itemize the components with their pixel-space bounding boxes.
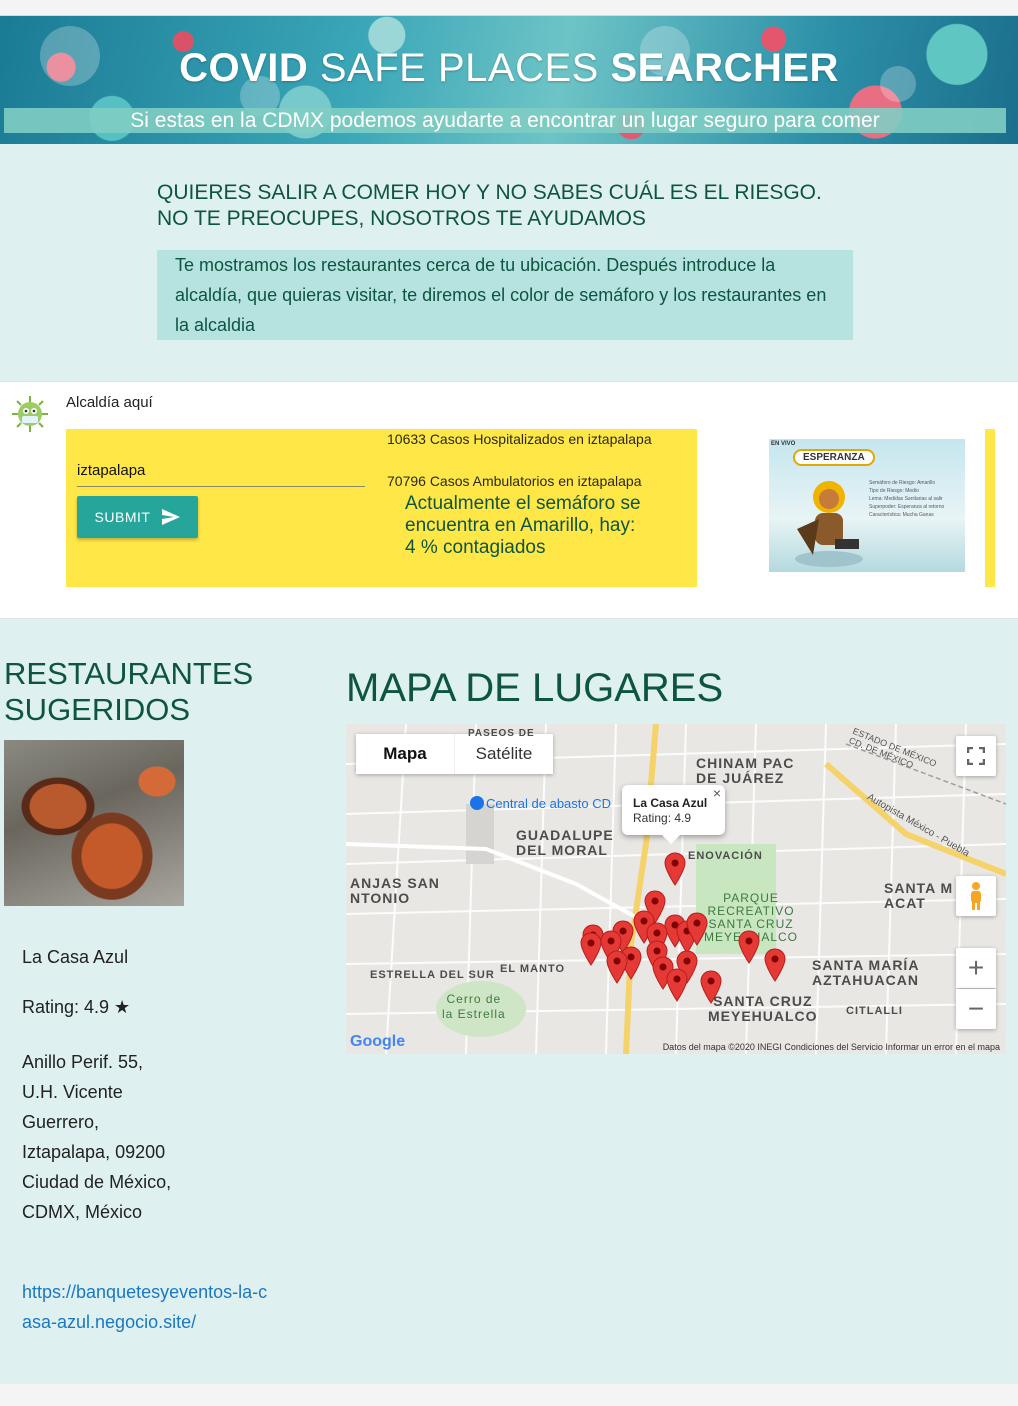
- map-info-window[interactable]: La Casa Azul Rating: 4.9 ×: [622, 785, 725, 844]
- map-marker-icon[interactable]: [606, 950, 628, 984]
- label-citlalli: CITLALLI: [846, 1005, 903, 1017]
- google-logo: Google: [350, 1033, 406, 1050]
- zoom-in-icon[interactable]: +: [956, 948, 996, 988]
- promo-title: ESPERANZA: [793, 449, 875, 466]
- label-central-abasto: Central de abasto CD: [470, 796, 611, 811]
- virus-icon: [12, 396, 48, 432]
- map-marker-icon[interactable]: [686, 912, 708, 946]
- pegman-icon[interactable]: [956, 876, 996, 916]
- restaurant-website-link[interactable]: https://banquetesyeventos-la-casa-azul.n…: [22, 1277, 272, 1337]
- page-frame: COVID SAFE PLACES SEARCHER Si estas en l…: [0, 15, 1018, 1384]
- map-marker-icon[interactable]: [738, 930, 760, 964]
- header-banner: COVID SAFE PLACES SEARCHER Si estas en l…: [0, 16, 1018, 144]
- submit-label: SUBMIT: [94, 509, 151, 525]
- map-marker-icon[interactable]: [764, 948, 786, 982]
- label-santa-cruz: SANTA CRUZ MEYEHUALCO: [708, 993, 818, 1024]
- close-icon[interactable]: ×: [713, 785, 721, 801]
- label-sanjuan: ANJAS SAN NTONIO: [350, 875, 440, 906]
- label-manto: EL MANTO: [500, 963, 566, 975]
- label-cerro: Cerro de la Estrella: [442, 992, 506, 1021]
- restaurant-rating: Rating: 4.9 ★: [22, 997, 131, 1017]
- promo-tag: EN VIVO: [771, 441, 796, 447]
- restaurants-heading: RESTAURANTES SUGERIDOS: [4, 656, 254, 727]
- places-map[interactable]: Mapa Satélite PASEOS DE CHINAM PAC DE JU…: [346, 724, 1006, 1054]
- hospitalized-stat: 10633 Casos Hospitalizados en iztapalapa: [387, 431, 652, 447]
- restaurant-name: La Casa Azul: [22, 947, 129, 967]
- send-icon: [162, 509, 181, 525]
- superhero-illustration: [795, 481, 863, 567]
- label-pasos: PASEOS DE: [468, 728, 535, 739]
- popup-rating: Rating: 4.9: [633, 811, 692, 825]
- page-subtitle: Si estas en la CDMX podemos ayudarte a e…: [4, 108, 1006, 133]
- restaurant-photo: [4, 740, 184, 906]
- label-santa-maria: SANTA MARÍA AZTAHUACAN: [812, 957, 920, 988]
- alcaldia-input[interactable]: [77, 454, 365, 487]
- label-estrella: ESTRELLA DEL SUR: [370, 969, 495, 981]
- semaforo-promo-image: EN VIVO ESPERANZA Semáforo de Riesgo: Am…: [769, 439, 965, 572]
- intro-description: Te mostramos los restaurantes cerca de t…: [157, 250, 853, 340]
- restaurant-address: Anillo Perif. 55, U.H. Vicente Guerrero,…: [22, 1052, 172, 1222]
- tab-map[interactable]: Mapa: [356, 734, 454, 774]
- map-footer[interactable]: Datos del mapa ©2020 INEGI Condiciones d…: [663, 1042, 1000, 1052]
- zoom-out-icon[interactable]: −: [956, 989, 996, 1029]
- page-title: COVID SAFE PLACES SEARCHER: [179, 46, 839, 90]
- accent-strip: [985, 429, 995, 587]
- fullscreen-icon[interactable]: [956, 736, 996, 776]
- map-marker-icon[interactable]: [580, 932, 602, 966]
- search-section: Alcaldía aquí SUBMIT 10633 Casos Hospita…: [0, 381, 1018, 619]
- popup-name: La Casa Azul: [633, 796, 708, 810]
- intro-heading: QUIERES SALIR A COMER HOY Y NO SABES CUÁ…: [157, 181, 822, 230]
- label-renovacion: ENOVACIÓN: [688, 850, 763, 862]
- label-santa-m: SANTA M ACAT: [884, 880, 954, 911]
- semaforo-status: Actualmente el semáforo se encuentra en …: [405, 493, 641, 558]
- label-chinam: CHINAM PAC DE JUÁREZ: [696, 755, 795, 786]
- submit-button[interactable]: SUBMIT: [77, 496, 198, 538]
- search-panel: SUBMIT 10633 Casos Hospitalizados en izt…: [66, 429, 697, 587]
- label-guadalupe: GUADALUPE DEL MORAL: [516, 827, 614, 858]
- map-heading: MAPA DE LUGARES: [346, 666, 724, 710]
- map-marker-icon[interactable]: [700, 970, 722, 1004]
- shopping-cart-icon: [470, 796, 484, 810]
- map-marker-icon[interactable]: [666, 968, 688, 1002]
- ambulatory-stat: 70796 Casos Ambulatorios en iztapalapa: [387, 473, 642, 489]
- alcaldia-label: Alcaldía aquí: [66, 394, 153, 411]
- map-marker-icon[interactable]: [664, 852, 686, 886]
- promo-lines: Semáforo de Riesgo: Amarillo Tipo de Rie…: [869, 480, 945, 518]
